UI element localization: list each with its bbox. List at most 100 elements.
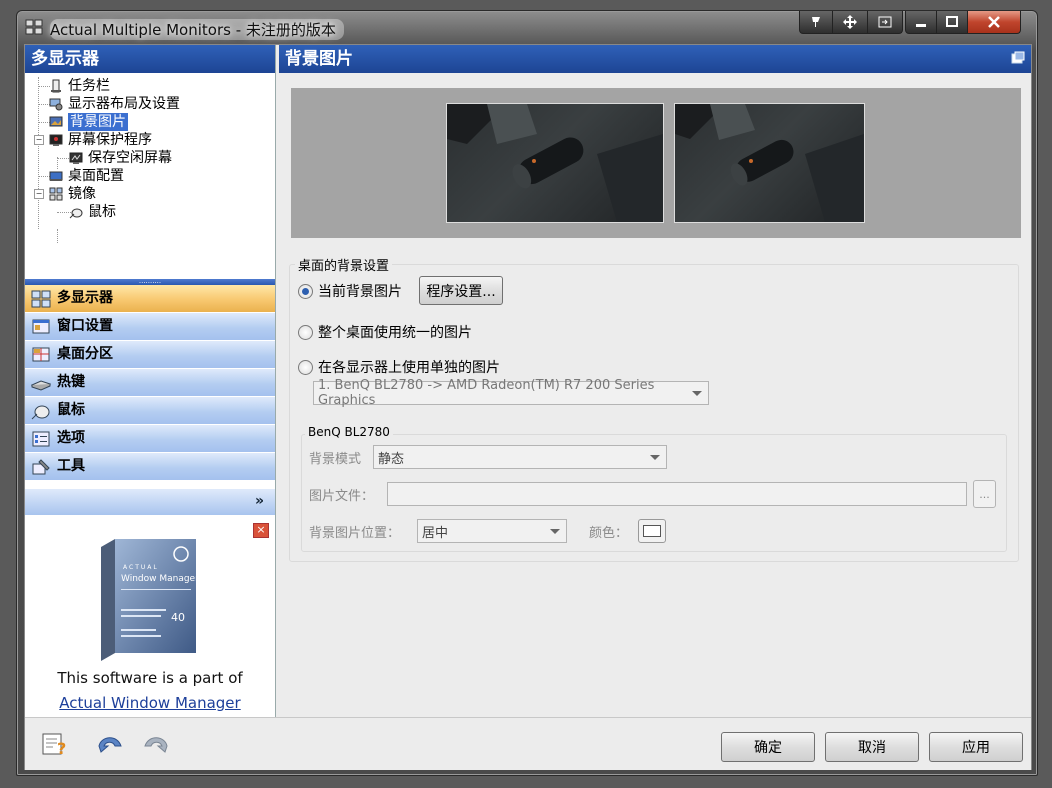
tree-item-label: 背景图片 [68,113,128,131]
app-window: Actual Multiple Monitors - 未注册的版本 多显示器 任… [16,10,1038,776]
group-title: 桌面的背景设置 [295,255,393,274]
bar-item-hotkey[interactable]: 热键 [25,369,275,397]
tree-item-label: 镜像 [68,186,96,202]
box-brand: ACTUAL [123,564,159,571]
tree-line [57,229,58,243]
radio-label: 当前背景图片 [318,284,402,300]
settings-tree[interactable]: 任务栏 显示器布局及设置 背景图片 − 屏幕保护程序 保存空闲屏幕 桌面配置 −… [25,73,275,279]
maximize-button[interactable] [936,11,968,34]
image-position-select[interactable]: 居中 [417,519,567,543]
bar-item-label: 鼠标 [57,402,85,418]
radio-button[interactable] [298,324,313,340]
tree-item-label: 屏幕保护程序 [68,132,152,148]
bar-item-window-settings[interactable]: 窗口设置 [25,313,275,341]
tree-item-label: 桌面配置 [68,168,124,184]
monitor-preview [291,88,1021,238]
redo-icon[interactable] [141,732,171,756]
pin-button[interactable] [799,11,833,34]
desktop-divider-icon [32,347,50,361]
color-label: 颜色： [589,526,629,541]
monitor-preview-2[interactable] [674,103,865,223]
idle-screen-icon [69,152,83,164]
page-title: 背景图片 [279,45,1031,73]
background-mode-select[interactable]: 静态 [373,445,667,469]
radio-label: 整个桌面使用统一的图片 [318,325,472,341]
cancel-button[interactable]: 取消 [825,732,919,762]
bar-item-desktop-divider[interactable]: 桌面分区 [25,341,275,369]
help-icon[interactable]: ? [41,732,71,756]
tools-icon [32,458,50,474]
chevron-double-down-icon[interactable]: » [255,493,264,509]
bar-item-mouse[interactable]: 鼠标 [25,397,275,425]
tray-button[interactable] [867,11,903,34]
taskbar-icon [51,79,61,93]
screensaver-icon [49,134,63,146]
panel-restore-icon[interactable] [1011,51,1025,65]
tree-item-mirror[interactable]: 镜像 [49,185,96,203]
mouse-icon [69,208,83,219]
move-arrows-icon [843,15,857,29]
close-button[interactable] [967,11,1021,34]
tree-item-label: 鼠标 [88,204,116,220]
tree-item-label: 任务栏 [68,78,110,94]
apply-button[interactable]: 应用 [929,732,1023,762]
promo-link[interactable]: Actual Window Manager [25,694,275,712]
bar-item-label: 桌面分区 [57,346,113,362]
program-settings-button[interactable]: 程序设置... [419,276,503,305]
tree-item-taskbar[interactable]: 任务栏 [49,77,110,95]
minimize-button[interactable] [905,11,937,34]
radio-whole-desktop[interactable]: 整个桌面使用统一的图片 [298,322,472,342]
collapse-toggle[interactable]: − [34,189,44,199]
close-ad-button[interactable]: × [253,523,269,538]
chevron-down-icon [650,455,660,460]
app-icon [25,19,43,35]
ok-button[interactable]: 确定 [721,732,815,762]
tree-item-monitor-layout[interactable]: 显示器布局及设置 [49,95,180,113]
radio-button[interactable] [298,359,313,375]
tree-item-label: 保存空闲屏幕 [88,150,172,166]
promo-text: This software is a part of [57,669,243,687]
color-picker-button[interactable] [638,519,666,543]
image-file-input[interactable] [387,482,967,506]
multi-monitor-icon [31,290,51,307]
wallpaper-icon [49,116,63,127]
tree-item-mouse[interactable]: 鼠标 [69,203,116,221]
subgroup-title: BenQ BL2780 [305,425,393,439]
monitor-preview-1[interactable] [446,103,664,223]
bar-item-label: 工具 [57,458,85,474]
background-mode-value: 静态 [378,451,405,467]
tree-item-label: 显示器布局及设置 [68,96,180,112]
collapse-toggle[interactable]: − [34,135,44,145]
radio-separate-images[interactable]: 在各显示器上使用单独的图片 [298,357,500,377]
browse-button[interactable]: ... [973,480,996,508]
product-box-image: ACTUAL Window Manager 40 [101,539,196,661]
image-position-value: 居中 [422,525,449,541]
undo-icon[interactable] [95,732,125,756]
bar-item-options[interactable]: 选项 [25,425,275,453]
pin-icon [812,17,820,27]
monitor-select[interactable]: 1. BenQ BL2780 -> AMD Radeon(TM) R7 200 … [313,378,709,408]
left-panel: 多显示器 任务栏 显示器布局及设置 背景图片 − 屏幕保护程序 保存空闲屏幕 桌… [25,45,276,717]
monitor-settings-icon [49,98,63,111]
bottom-bar: ? 确定 取消 应用 [25,717,1031,770]
chevron-down-icon [550,529,560,534]
bar-item-tools[interactable]: 工具 [25,453,275,481]
tree-item-desktop-profile[interactable]: 桌面配置 [49,167,124,185]
title-bar[interactable]: Actual Multiple Monitors - 未注册的版本 [17,11,1037,43]
radio-current-wallpaper[interactable]: 当前背景图片 [298,281,402,301]
move-button[interactable] [832,11,868,34]
client-area: 多显示器 任务栏 显示器布局及设置 背景图片 − 屏幕保护程序 保存空闲屏幕 桌… [24,44,1032,770]
tree-item-wallpaper[interactable]: 背景图片 [49,113,128,131]
tree-item-screensaver[interactable]: 屏幕保护程序 [49,131,152,149]
bar-item-multi-monitor[interactable]: 多显示器 [25,285,275,313]
options-icon [32,431,50,446]
page-title-text: 背景图片 [285,49,353,69]
tree-item-idle-screen[interactable]: 保存空闲屏幕 [69,149,172,167]
image-position-label: 背景图片位置： [309,526,401,541]
bar-more[interactable]: » [25,489,275,515]
minimize-icon [916,24,926,27]
wallpaper-thumbnail [447,104,663,222]
desktop-profile-icon [49,171,63,181]
radio-button[interactable] [298,283,313,299]
tree-line [38,77,39,229]
